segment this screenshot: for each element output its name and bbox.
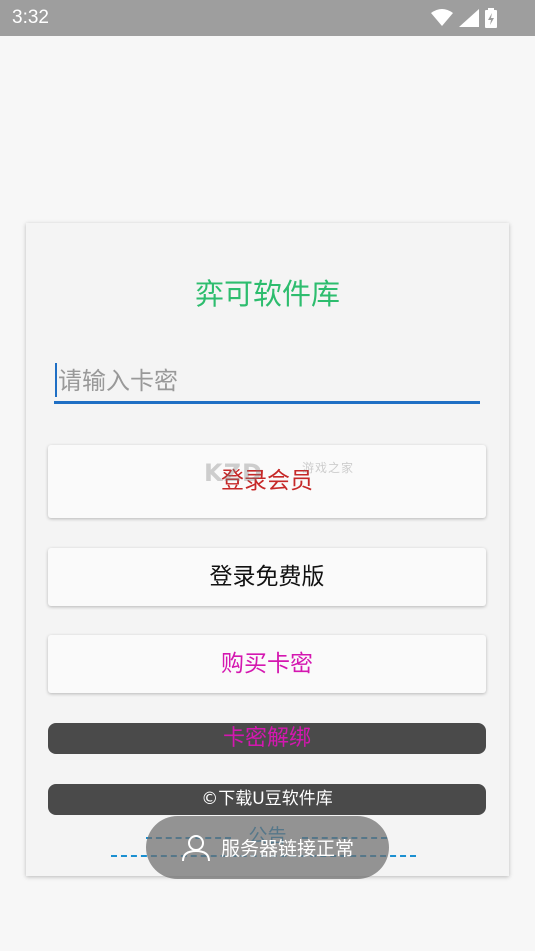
login-card: 弈可软件库 登录会员 KZD游戏之家 登录免费版 购买卡密 卡密解绑 ©下载U豆… [26, 223, 509, 876]
copyright-bar: ©下载U豆软件库 [48, 784, 486, 815]
wifi-icon [431, 9, 453, 26]
app-title: 弈可软件库 [194, 277, 340, 311]
free-login-button[interactable]: 登录免费版 [48, 548, 486, 606]
card-key-input[interactable] [54, 360, 480, 404]
battery-icon [485, 8, 497, 28]
server-status-toast: 服务器链接正常 [146, 816, 389, 879]
status-time: 3:32 [12, 7, 49, 28]
watermark-logo: KZD 游戏之家 [204, 459, 355, 487]
signal-icon [459, 9, 479, 27]
member-login-button[interactable]: 登录会员 [48, 445, 486, 518]
unbind-card-button[interactable]: 卡密解绑 [48, 723, 486, 754]
buy-card-button[interactable]: 购买卡密 [48, 635, 486, 693]
status-bar: 3:32 [0, 0, 535, 36]
toast-message: 服务器链接正常 [220, 838, 354, 860]
text-caret [55, 363, 57, 397]
user-icon [181, 834, 210, 861]
status-icons [431, 8, 497, 28]
